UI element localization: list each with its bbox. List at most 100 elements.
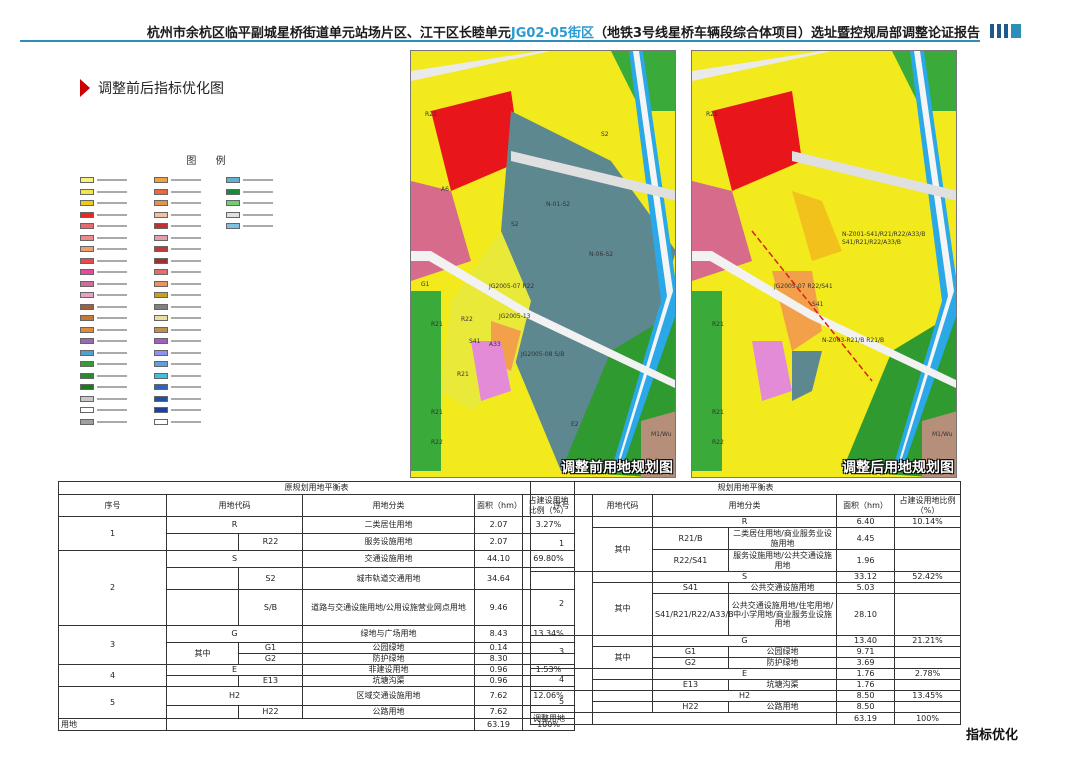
map-label: S41 (812, 301, 824, 308)
land-class: 公路用地 (728, 701, 837, 713)
legend-swatch (80, 188, 94, 195)
land-class: 防护绿地 (728, 657, 837, 669)
legend-swatch (154, 372, 168, 379)
legend-text-placeholder (171, 317, 201, 320)
row-number: 5 (58, 686, 167, 719)
legend-item (80, 405, 150, 416)
sub-label: 其中 (592, 527, 653, 572)
land-code: H22 (238, 705, 303, 719)
col-header: 序号 (58, 494, 167, 517)
legend-text-placeholder (171, 397, 201, 400)
legend-title: 图 例 (186, 156, 234, 167)
legend-item (80, 267, 150, 278)
row-number: 2 (530, 571, 593, 636)
title-part-1: 杭州市余杭区临平副城星桥街道单元站场片区、江干区长睦单元 (146, 26, 511, 41)
legend-item (226, 290, 286, 301)
legend-text-placeholder (243, 179, 273, 182)
legend-item (154, 233, 222, 244)
legend-item (154, 279, 222, 290)
land-class: 公共交通设施用地 (728, 582, 837, 594)
map-label: N-Z003-R21/B R21/B (822, 337, 885, 344)
legend-text-placeholder (171, 282, 201, 285)
report-title: 杭州市余杭区临平副城星桥街道单元站场片区、江干区长睦单元JG02-05街区（地铁… (147, 22, 980, 41)
legend-swatch (154, 234, 168, 241)
land-class: 绿地与广场用地 (302, 625, 475, 643)
land-code: G2 (238, 653, 303, 665)
legend-item (154, 221, 222, 232)
area-value: 33.12 (836, 571, 895, 583)
col-header: 序号 (530, 494, 593, 517)
legend-item (80, 198, 150, 209)
ratio-value: 13.45% (893, 690, 962, 702)
legend-item (226, 359, 286, 370)
land-class: 二类居住用地/商业服务业设施用地 (728, 527, 837, 550)
map-before-drawing (411, 51, 675, 477)
area-value: 2.07 (474, 516, 523, 534)
legend-item (226, 175, 286, 186)
legend-swatch (154, 200, 168, 207)
land-code: S/B (238, 589, 303, 626)
legend-text-placeholder (97, 190, 127, 193)
legend-swatch (80, 326, 94, 333)
legend-item (154, 290, 222, 301)
legend-item (154, 313, 222, 324)
legend-swatch (80, 257, 94, 264)
land-code: R (166, 516, 303, 534)
land-code: S (166, 550, 303, 568)
legend-item (154, 325, 222, 336)
legend-swatch (154, 246, 168, 253)
legend-text-placeholder (97, 179, 127, 182)
legend-swatch (154, 177, 168, 184)
map-label: M1/Wu (651, 431, 672, 438)
legend-swatch (80, 361, 94, 368)
legend-item (154, 382, 222, 393)
legend-swatch (80, 223, 94, 230)
row-number: 1 (58, 516, 167, 551)
area-value: 1.96 (836, 549, 895, 572)
land-code: S2 (238, 567, 303, 590)
legend-swatch (226, 188, 240, 195)
legend-text-placeholder (171, 271, 201, 274)
legend-text-placeholder (97, 397, 127, 400)
area-value: 1.76 (836, 679, 895, 691)
map-after: R21 N-Z001-S41/R21/R22/A33/B S41/R21/R22… (691, 50, 957, 478)
legend-item (80, 175, 150, 186)
legend-swatch (80, 177, 94, 184)
map-label: R22 (712, 439, 724, 446)
legend-text-placeholder (171, 351, 201, 354)
land-code: R22 (238, 533, 303, 551)
legend-text-placeholder (97, 236, 127, 239)
legend-text-placeholder (171, 190, 201, 193)
row-number: 3 (58, 625, 167, 665)
legend-text-placeholder (97, 294, 127, 297)
land-code: S (652, 571, 837, 583)
map-label: R21 (431, 409, 443, 416)
legend-swatch (154, 349, 168, 356)
legend-item (154, 348, 222, 359)
area-value: 0.96 (474, 664, 523, 676)
row-number: 1 (530, 516, 593, 572)
map-label: N-01-S2 (546, 201, 571, 208)
land-class: 公共交通设施用地/住宅用地/中小学用地/商业服务业设施用地 (728, 593, 837, 636)
total-label: 用地 (58, 718, 167, 731)
section-heading: 调整前后指标优化图 (80, 78, 224, 98)
area-value: 7.62 (474, 705, 523, 719)
land-class: 道路与交通设施用地/公用设施营业网点用地 (302, 589, 475, 626)
legend-swatch (80, 246, 94, 253)
sub-label: 其中 (592, 646, 653, 669)
legend-item (226, 325, 286, 336)
legend-text-placeholder (171, 374, 201, 377)
legend-swatch (80, 372, 94, 379)
legend-item (226, 244, 286, 255)
legend-text-placeholder (171, 386, 201, 389)
legend-text-placeholder (97, 363, 127, 366)
legend-item (80, 279, 150, 290)
legend-swatch (154, 361, 168, 368)
area-value: 8.50 (836, 701, 895, 713)
map-label: E2 (571, 421, 579, 428)
legend-swatch (154, 269, 168, 276)
legend-item (154, 417, 222, 428)
map-label: JG2005-07 R22 (489, 283, 535, 290)
map-label: R21 (431, 321, 443, 328)
legend-item (154, 267, 222, 278)
